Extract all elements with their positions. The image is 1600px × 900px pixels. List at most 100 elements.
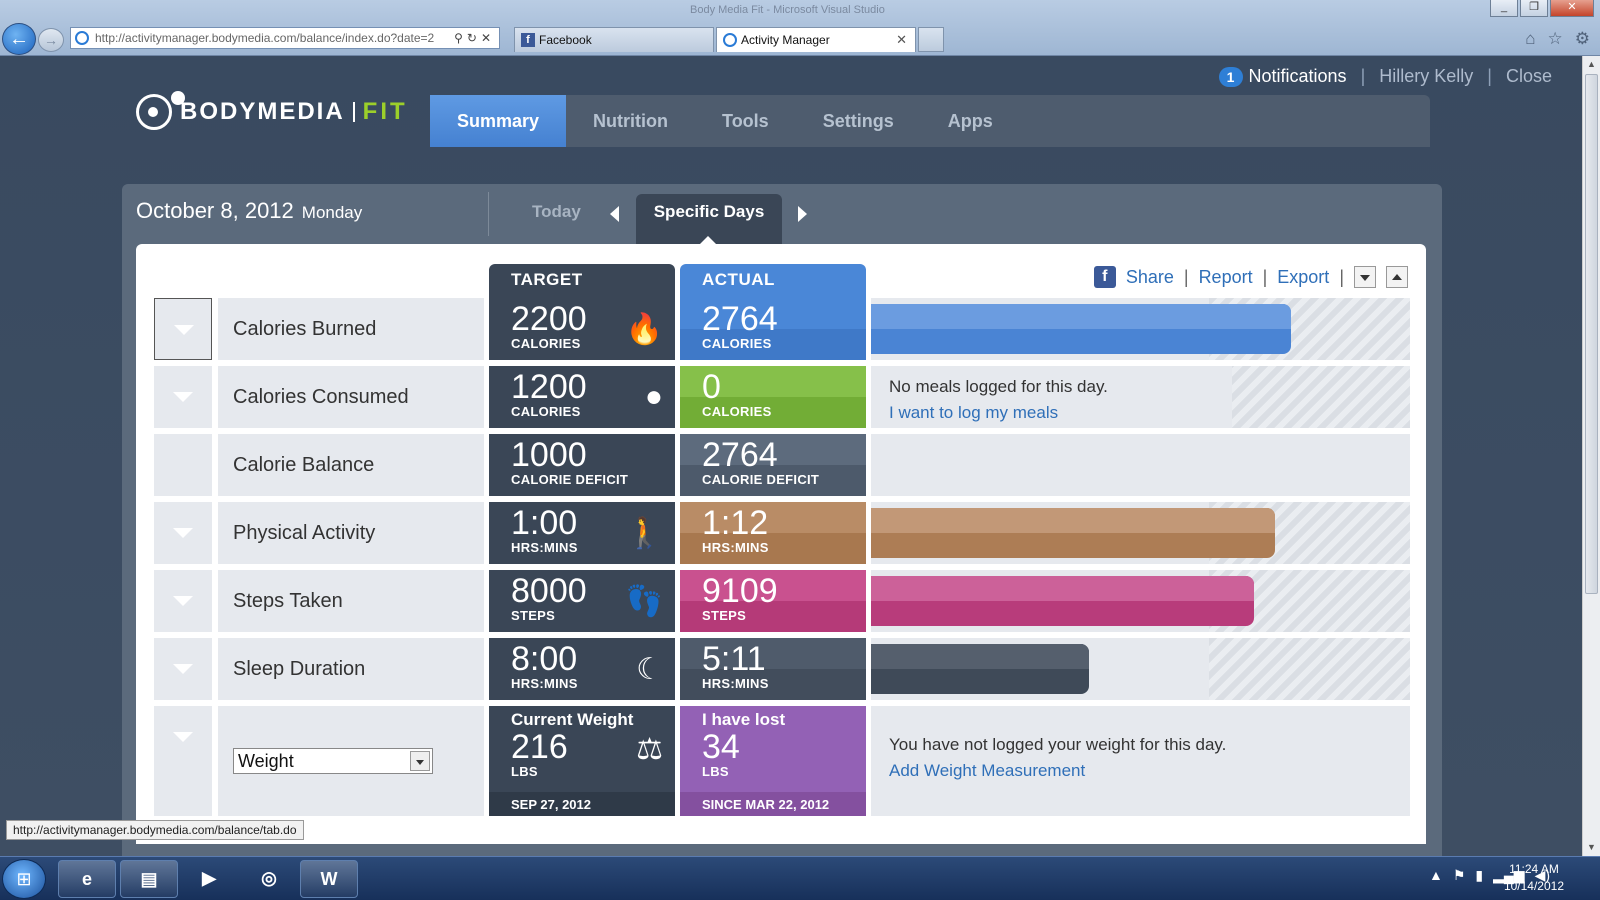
expand-all-button[interactable] [1354,266,1376,288]
favorites-icon[interactable]: ☆ [1548,29,1563,49]
target-marker [1232,366,1410,428]
metric-label: Calories Consumed [218,366,484,428]
page-scrollbar[interactable]: ▲ ▼ [1582,56,1600,856]
expand-toggle[interactable] [154,502,212,564]
add-weight-link[interactable]: Add Weight Measurement [889,758,1226,784]
status-bar: http://activitymanager.bodymedia.com/bal… [6,820,304,840]
facebook-icon[interactable]: f [1093,266,1116,288]
metric-label: Physical Activity [218,502,484,564]
summary-card: TARGET ACTUAL f Share | Report | Export … [136,244,1426,844]
back-button[interactable]: ← [2,23,36,55]
log-meals-link[interactable]: I want to log my meals [889,400,1108,426]
ie-page-icon [723,33,737,47]
weight-lost-since: SINCE MAR 22, 2012 [680,792,866,816]
chevron-down-icon [173,392,193,402]
tab-nutrition[interactable]: Nutrition [566,95,695,147]
address-bar[interactable]: http://activitymanager.bodymedia.com/bal… [70,27,500,49]
clock[interactable]: 11:24 AM 10/14/2012 [1504,861,1564,895]
actual-cell: 1:12 HRS:MINS [680,502,866,564]
actual-value: 2764 [702,436,778,474]
internet-explorer-icon[interactable]: e [58,860,116,898]
expand-toggle[interactable] [154,570,212,632]
scroll-down-icon[interactable]: ▼ [1583,839,1600,856]
word-icon[interactable]: W [300,860,358,898]
today-button[interactable]: Today [532,202,581,222]
refresh-icon[interactable]: ↻ [467,31,481,45]
explorer-folder-icon[interactable]: ▤ [120,860,178,898]
scroll-up-icon[interactable]: ▲ [1583,56,1600,73]
chevron-down-icon [173,732,193,742]
clock-time: 11:24 AM [1509,862,1559,876]
collapse-all-button[interactable] [1386,266,1408,288]
tab-label: Activity Manager [741,33,830,47]
window-close-button[interactable]: ✕ [1550,0,1594,17]
new-tab-button[interactable] [918,27,944,52]
chevron-down-icon [173,596,193,606]
progress-bar [871,644,1090,694]
date-text: October 8, 2012 [136,198,294,223]
user-name-link[interactable]: Hillery Kelly [1379,66,1473,87]
next-day-icon[interactable] [798,206,807,222]
metric-row: Calories Consumed 1200 CALORIES ● 0 CALORIES N… [154,366,1410,428]
dell-icon[interactable]: ◎ [240,860,298,898]
actual-cell: 9109 STEPS [680,570,866,632]
moon-icon: ☾ [636,653,663,686]
metric-row: Physical Activity 1:00 HRS:MINS 🚶 1:12 HRS:MI… [154,502,1410,564]
flag-icon[interactable]: ⚑ [1453,867,1466,884]
tab-activity-manager[interactable]: Activity Manager ✕ [716,27,916,52]
scrollbar-thumb[interactable] [1585,74,1598,594]
target-cell: 8:00 HRS:MINS ☾ [489,638,675,700]
share-link[interactable]: Share [1126,267,1174,288]
apple-icon: ● [644,380,663,413]
tab-apps[interactable]: Apps [921,95,1020,147]
tab-close-icon[interactable]: ✕ [896,28,907,52]
bodymedia-logo[interactable]: BODYMEDIA FIT [136,91,408,130]
metric-label: Calorie Balance [218,434,484,496]
gear-icon[interactable]: ⚙ [1575,29,1590,49]
export-link[interactable]: Export [1277,267,1329,288]
metric-row: Calories Burned 2200 CALORIES 🔥 2764 CALORIES [154,298,1410,360]
forward-button[interactable]: → [38,28,64,52]
tab-facebook[interactable]: f Facebook [514,27,714,52]
media-player-icon[interactable]: ▶ [180,860,238,898]
minimize-button[interactable]: _ [1490,0,1518,17]
weight-select[interactable]: Weight [233,748,433,774]
tab-settings[interactable]: Settings [796,95,921,147]
home-icon[interactable]: ⌂ [1525,29,1535,49]
notifications-link[interactable]: 1 Notifications [1218,66,1347,87]
close-link[interactable]: Close [1506,66,1552,87]
tray-expand-icon[interactable]: ▲ [1429,867,1443,884]
expand-toggle[interactable] [154,706,212,816]
start-button[interactable]: ⊞ [2,859,46,899]
tab-tools[interactable]: Tools [695,95,796,147]
actual-cell: 0 CALORIES [680,366,866,428]
taskbar: ⊞ e ▤ ▶ ◎ W ▲ ⚑ ▮ ▂▄▆ ◀) 11:24 AM 10/14/… [0,856,1600,900]
expand-toggle[interactable] [154,638,212,700]
card-actions: f Share | Report | Export | [1093,266,1408,288]
actual-value: 0 [702,368,721,406]
metric-row: Sleep Duration 8:00 HRS:MINS ☾ 5:11 HRS:MINS [154,638,1410,700]
report-link[interactable]: Report [1199,267,1253,288]
footprints-icon: 👣 [625,585,663,618]
separator: | [1262,266,1268,287]
previous-day-icon[interactable] [610,206,619,222]
expand-toggle[interactable] [154,366,212,428]
stop-icon[interactable]: ✕ [481,31,495,45]
search-icon[interactable]: ⚲ [454,31,467,45]
separator: | [1339,266,1344,287]
restore-button[interactable]: ❐ [1520,0,1548,17]
date-bar: October 8, 2012 Monday Today Specific Day… [122,184,1442,244]
browser-toolbar-right: ⌂ ☆ ⚙ [1525,29,1590,49]
tab-summary[interactable]: Summary [430,95,567,147]
expand-toggle[interactable] [154,298,212,360]
progress-area [871,502,1410,564]
metric-label: Steps Taken [218,570,484,632]
metric-label: Sleep Duration [218,638,484,700]
specific-days-tab[interactable]: Specific Days [636,194,782,244]
divider [488,192,489,236]
target-cell: 1000 CALORIE DEFICIT [489,434,675,496]
metric-row: Calorie Balance 1000 CALORIE DEFICIT 2764 CA… [154,434,1410,496]
actual-column-header: ACTUAL [680,264,866,300]
battery-icon[interactable]: ▮ [1475,867,1483,884]
target-cell: 1:00 HRS:MINS 🚶 [489,502,675,564]
